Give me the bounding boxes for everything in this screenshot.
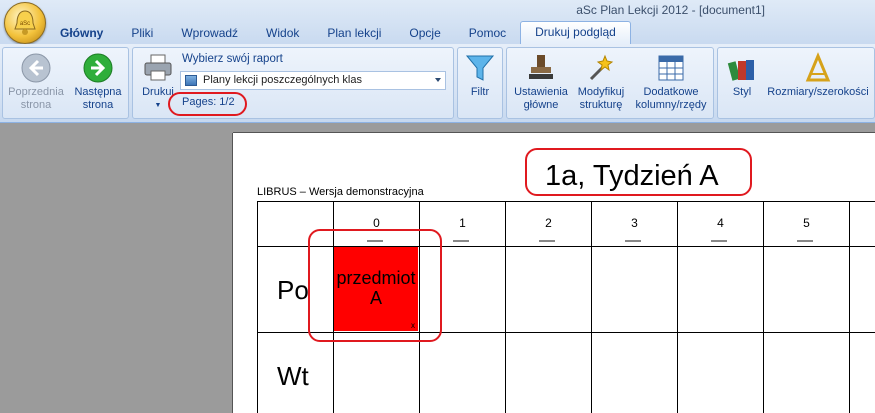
grid-line — [763, 201, 764, 413]
prev-label-1: Poprzednia — [8, 86, 64, 98]
print-label: Drukuj — [142, 86, 174, 98]
print-button[interactable]: Drukuj ▼ — [137, 52, 179, 112]
tab-opcje[interactable]: Opcje — [395, 23, 454, 44]
settings-group: Ustawienia główne Modyfikuj strukturę Do… — [506, 47, 714, 119]
report-icon — [185, 75, 197, 86]
lesson-mark: x — [411, 321, 415, 330]
report-label: Wybierz swój raport — [182, 53, 283, 65]
grid-line — [257, 201, 875, 202]
magic-wand-icon — [585, 52, 617, 84]
modify-structure-button[interactable]: Modyfikuj strukturę — [573, 52, 629, 112]
arrow-left-icon — [20, 52, 52, 84]
lesson-subject-line2: A — [369, 288, 382, 308]
modify-label-2: strukturę — [579, 99, 623, 111]
main-settings-button[interactable]: Ustawienia główne — [511, 52, 571, 112]
filter-label: Filtr — [470, 86, 490, 98]
main-settings-label-2: główne — [523, 99, 559, 111]
grid-line — [849, 201, 850, 413]
grid-line — [591, 201, 592, 413]
grid-line — [257, 332, 875, 333]
ribbon-tabs: Główny Pliki Wprowadź Widok Plan lekcji … — [46, 21, 631, 46]
day-label-tuesday: Wt — [277, 361, 309, 391]
document-title: 1a, Tydzień A — [545, 160, 719, 192]
grid-line — [419, 201, 420, 413]
navigation-group: Poprzednia strona Następna strona — [2, 47, 129, 119]
preview-background — [0, 123, 233, 413]
extra-label-2: kolumny/rzędy — [635, 99, 707, 111]
next-page-button[interactable]: Następna strona — [69, 52, 127, 112]
modify-label-1: Modyfikuj — [577, 86, 625, 98]
period-header: 4 — [717, 216, 724, 230]
main-settings-label-1: Ustawienia — [514, 86, 568, 98]
style-group: Styl Rozmiary/szerokości — [717, 47, 875, 119]
period-time-mark — [539, 240, 555, 242]
grid-line — [257, 201, 258, 413]
extra-label-1: Dodatkowe — [643, 86, 699, 98]
grid-line — [505, 201, 506, 413]
report-selected: Plany lekcji poszczególnych klas — [203, 74, 362, 86]
next-label-1: Następna — [74, 86, 122, 98]
previous-page-button[interactable]: Poprzednia strona — [5, 52, 67, 112]
prev-label-2: strona — [20, 99, 52, 111]
pages-indicator: Pages: 1/2 — [182, 96, 235, 108]
period-time-mark — [797, 240, 813, 242]
table-columns-icon — [655, 52, 687, 84]
extra-columns-button[interactable]: Dodatkowe kolumny/rzędy — [631, 52, 711, 112]
arrow-right-icon — [82, 52, 114, 84]
period-time-mark — [625, 240, 641, 242]
stamp-icon — [525, 52, 557, 84]
filter-group: Filtr — [457, 47, 503, 119]
tab-wprowadz[interactable]: Wprowadź — [167, 23, 252, 44]
report-select[interactable]: Plany lekcji poszczególnych klas — [180, 71, 446, 90]
sizes-button[interactable]: Rozmiary/szerokości — [764, 52, 872, 99]
period-header: 3 — [631, 216, 638, 230]
period-time-mark — [453, 240, 469, 242]
filter-button[interactable]: Filtr — [462, 52, 498, 99]
tab-pliki[interactable]: Pliki — [117, 23, 167, 44]
grid-line — [677, 201, 678, 413]
period-time-mark — [711, 240, 727, 242]
title-bar: aSc aSc Plan Lekcji 2012 - [document1] G… — [0, 0, 875, 46]
lesson-card[interactable]: przedmiot A x — [334, 247, 418, 331]
period-header: 2 — [545, 216, 552, 230]
period-header: 0 — [373, 216, 380, 230]
period-time-mark — [367, 240, 383, 242]
logo-text: aSc — [20, 21, 30, 27]
window-title: aSc Plan Lekcji 2012 - [document1] — [576, 3, 765, 17]
day-label-monday: Po — [277, 275, 309, 305]
dropdown-arrow-icon[interactable] — [435, 78, 441, 82]
ruler-icon — [802, 52, 834, 84]
period-header: 5 — [803, 216, 810, 230]
sizes-label: Rozmiary/szerokości — [767, 86, 869, 98]
tab-plan-lekcji[interactable]: Plan lekcji — [313, 23, 395, 44]
funnel-icon — [464, 52, 496, 84]
books-icon — [726, 52, 758, 84]
style-label: Styl — [732, 86, 752, 98]
lesson-subject: przedmiot — [336, 268, 416, 288]
printer-icon — [142, 52, 174, 84]
tab-widok[interactable]: Widok — [252, 23, 313, 44]
tab-pomoc[interactable]: Pomoc — [455, 23, 520, 44]
period-header: 1 — [459, 216, 466, 230]
style-button[interactable]: Styl — [722, 52, 762, 99]
ribbon: Poprzednia strona Następna strona Drukuj… — [0, 44, 875, 123]
chevron-down-icon: ▼ — [154, 102, 162, 109]
document-subtitle: LIBRUS – Wersja demonstracyjna — [257, 186, 424, 198]
tab-drukuj-podglad[interactable]: Drukuj podgląd — [520, 21, 631, 46]
tab-glowny[interactable]: Główny — [46, 23, 117, 44]
next-label-2: strona — [82, 99, 114, 111]
